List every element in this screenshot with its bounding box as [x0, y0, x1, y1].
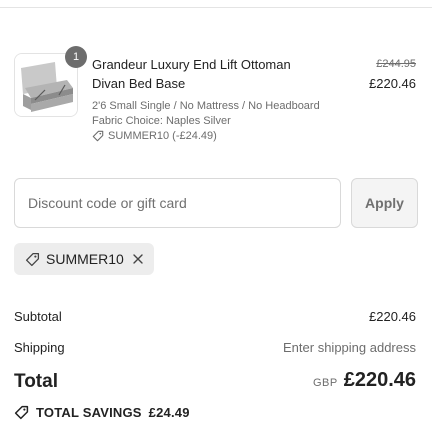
total-savings: TOTAL SAVINGS £24.49: [14, 405, 190, 420]
total-amount: £220.46: [343, 369, 416, 391]
line-discount: SUMMER10 (-£24.49): [92, 128, 217, 144]
remove-discount-button[interactable]: [132, 253, 144, 265]
subtotal-label: Subtotal: [14, 309, 62, 324]
shipping-value: Enter shipping address: [283, 340, 416, 355]
tag-icon: [25, 252, 40, 267]
original-price: £244.95: [376, 58, 416, 70]
tag-icon: [92, 130, 104, 142]
order-line-item: 1 Grandeur Luxury End Lift Ottoman Divan…: [0, 0, 432, 160]
total-currency: GBP: [312, 377, 338, 389]
discount-code-input[interactable]: [14, 178, 341, 228]
line-price: £220.46: [369, 76, 416, 91]
shipping-label: Shipping: [14, 340, 65, 355]
tag-icon: [14, 405, 29, 420]
apply-discount-button[interactable]: Apply: [351, 178, 418, 228]
line-discount-text: SUMMER10 (-£24.49): [108, 130, 217, 142]
quantity-badge: 1: [65, 46, 87, 68]
subtotal-value: £220.46: [369, 309, 416, 324]
product-thumbnail-wrap: 1: [14, 46, 87, 117]
total-label: Total: [14, 371, 58, 392]
total-amount-wrap: GBP £220.46: [313, 369, 416, 392]
applied-discount-code: SUMMER10: [46, 251, 124, 267]
product-title: Grandeur Luxury End Lift Ottoman Divan B…: [92, 57, 291, 91]
total-savings-label: TOTAL SAVINGS: [36, 405, 142, 420]
product-variant: 2'6 Small Single / No Mattress / No Head…: [92, 100, 320, 112]
applied-discount-chip: SUMMER10: [14, 243, 154, 275]
product-fabric: Fabric Choice: Naples Silver: [92, 115, 231, 127]
total-savings-value: £24.49: [148, 405, 190, 420]
close-icon: [133, 254, 143, 264]
